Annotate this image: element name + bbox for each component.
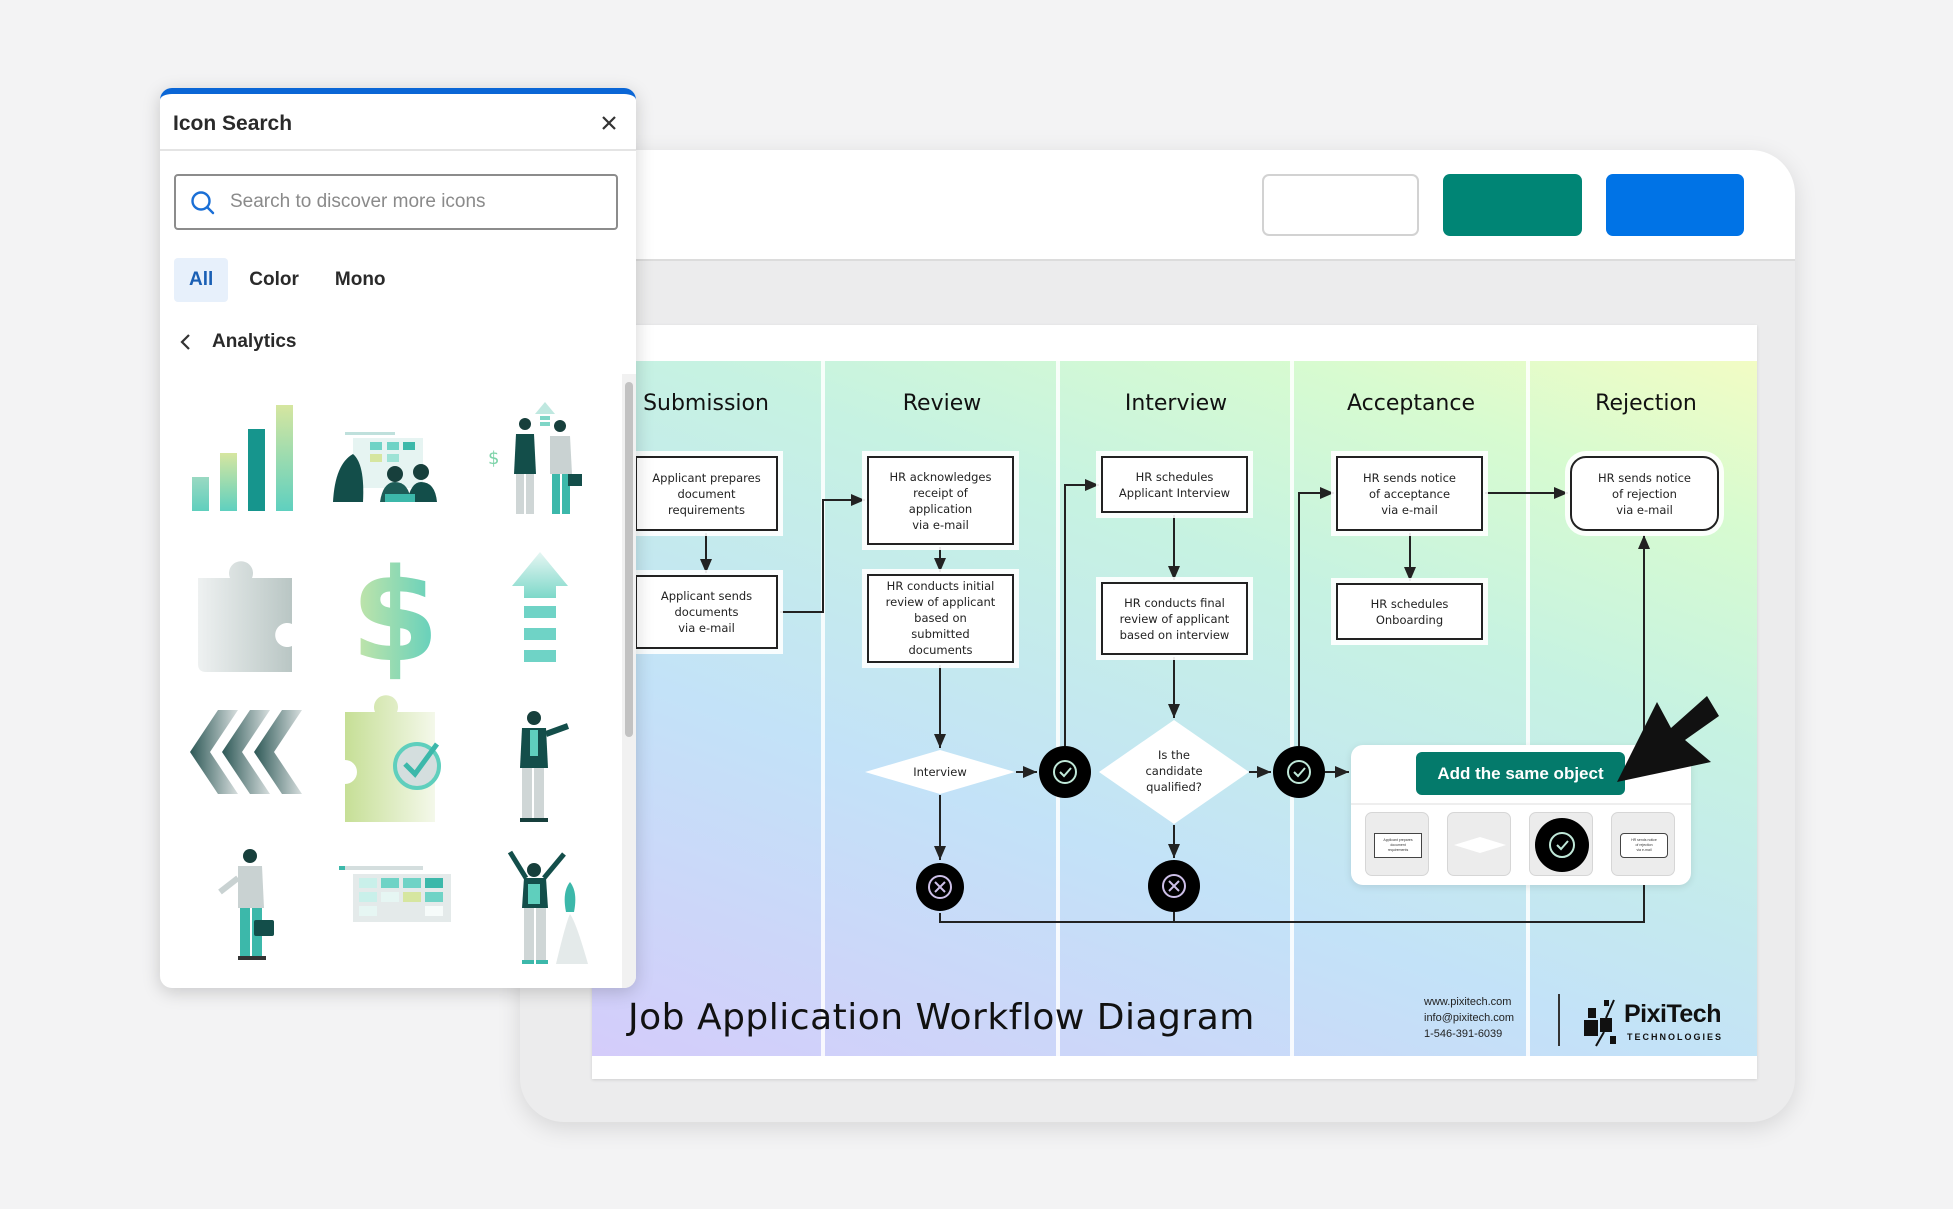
contact-info: www.pixitech.com info@pixitech.com 1-546… [1424, 994, 1514, 1042]
tab-all[interactable]: All [174, 258, 229, 302]
diagram-title: Job Application Workflow Diagram [628, 997, 1255, 1038]
icon-search-panel: Icon Search All Color Mono Analytics [160, 88, 636, 988]
chip-check-circle[interactable] [1529, 812, 1593, 876]
process-node-hr-acceptance[interactable]: HR sends notice of acceptance via e-mail [1336, 456, 1483, 531]
chevron-left-icon[interactable] [174, 330, 198, 354]
logo-tagline: TECHNOLOGIES [1627, 1032, 1724, 1042]
toolbar-button-teal[interactable] [1443, 174, 1582, 236]
chevrons-left-icon[interactable] [180, 692, 320, 832]
presenter-illustration[interactable] [470, 692, 610, 832]
process-node-hr-initial-review[interactable]: HR conducts initial review of applicant … [867, 574, 1014, 663]
kanban-board-illustration[interactable] [325, 842, 465, 982]
logo-mark-icon [1584, 999, 1616, 1047]
diamond-icon [1454, 837, 1506, 853]
handshake-illustration[interactable]: $ [470, 394, 610, 534]
lane-title-acceptance: Acceptance [1346, 391, 1476, 416]
filter-tabs: All Color Mono [174, 258, 401, 302]
contact-phone: 1-546-391-6039 [1424, 1028, 1503, 1040]
lane-divider [821, 361, 825, 1056]
search-field[interactable] [174, 174, 618, 230]
arrow-up-icon[interactable] [470, 542, 610, 682]
process-node-hr-rejection[interactable]: HR sends notice of rejection via e-mail [1570, 456, 1719, 531]
chip-decision-diamond[interactable] [1447, 812, 1511, 876]
lane-title-rejection: Rejection [1595, 391, 1697, 416]
lane-divider [1526, 361, 1530, 1056]
scrollbar-thumb[interactable] [625, 382, 633, 737]
chip-rounded-box[interactable]: HR sends notice of rejection via e-mail [1611, 812, 1675, 876]
toolbar-button-outline[interactable] [1262, 174, 1419, 236]
chip-preview-box: Applicant prepares document requirements [1374, 833, 1422, 858]
lane-title-review: Review [902, 391, 982, 416]
search-input[interactable] [230, 186, 600, 218]
puzzle-piece-icon[interactable] [180, 542, 320, 682]
svg-text:$: $ [488, 448, 499, 469]
panel-header: Icon Search [160, 94, 636, 151]
process-node-applicant-sends[interactable]: Applicant sends documents via e-mail [635, 575, 778, 649]
team-meeting-illustration[interactable] [325, 394, 465, 534]
lane-title-interview: Interview [1124, 391, 1228, 416]
category-label: Analytics [212, 331, 297, 352]
celebration-rocket-illustration[interactable] [470, 842, 610, 982]
lane-divider [1056, 361, 1060, 1056]
process-node-hr-acknowledges[interactable]: HR acknowledges receipt of application v… [867, 456, 1014, 545]
quick-add-popup: Add the same object Applicant prepares d… [1351, 745, 1691, 885]
canvas-page: Submission Review Interview Acceptance R… [592, 325, 1757, 1079]
chip-process-box[interactable]: Applicant prepares document requirements [1365, 812, 1429, 876]
breadcrumb: Analytics [174, 330, 296, 354]
svg-text:$: $ [350, 542, 439, 682]
toolbar [520, 150, 1795, 261]
check-circle-icon [1535, 818, 1589, 872]
footer-divider [1558, 994, 1560, 1046]
tab-color[interactable]: Color [234, 258, 314, 302]
toolbar-button-blue[interactable] [1606, 174, 1744, 236]
process-node-hr-onboarding[interactable]: HR schedules Onboarding [1336, 583, 1483, 640]
bar-chart-icon[interactable] [180, 394, 320, 534]
search-icon [191, 191, 215, 215]
chip-preview-rounded-box: HR sends notice of rejection via e-mail [1620, 833, 1668, 858]
panel-title: Icon Search [173, 112, 293, 135]
panel-scrollbar[interactable] [622, 374, 636, 988]
logo-name: PixiTech [1624, 1000, 1721, 1028]
company-logo: PixiTech TECHNOLOGIES [1584, 996, 1734, 1048]
process-node-hr-final-review[interactable]: HR conducts final review of applicant ba… [1101, 582, 1248, 655]
process-node-applicant-prepares[interactable]: Applicant prepares document requirements [635, 456, 778, 531]
dollar-sign-icon[interactable]: $ [325, 542, 465, 682]
close-icon[interactable] [598, 112, 620, 134]
puzzle-check-icon[interactable] [325, 692, 465, 832]
tab-mono[interactable]: Mono [320, 258, 401, 302]
add-same-object-button[interactable]: Add the same object [1416, 752, 1625, 795]
lane-divider [1290, 361, 1294, 1056]
popup-divider [1351, 803, 1691, 805]
decision-label-interview: Interview [913, 765, 967, 779]
process-node-hr-schedules-interview[interactable]: HR schedules Applicant Interview [1101, 456, 1248, 513]
decision-label-qualified: Is the candidate qualified? [1145, 748, 1203, 794]
contact-email: info@pixitech.com [1424, 1012, 1515, 1024]
contact-website: www.pixitech.com [1424, 996, 1512, 1008]
businessman-briefcase-illustration[interactable] [180, 842, 320, 982]
